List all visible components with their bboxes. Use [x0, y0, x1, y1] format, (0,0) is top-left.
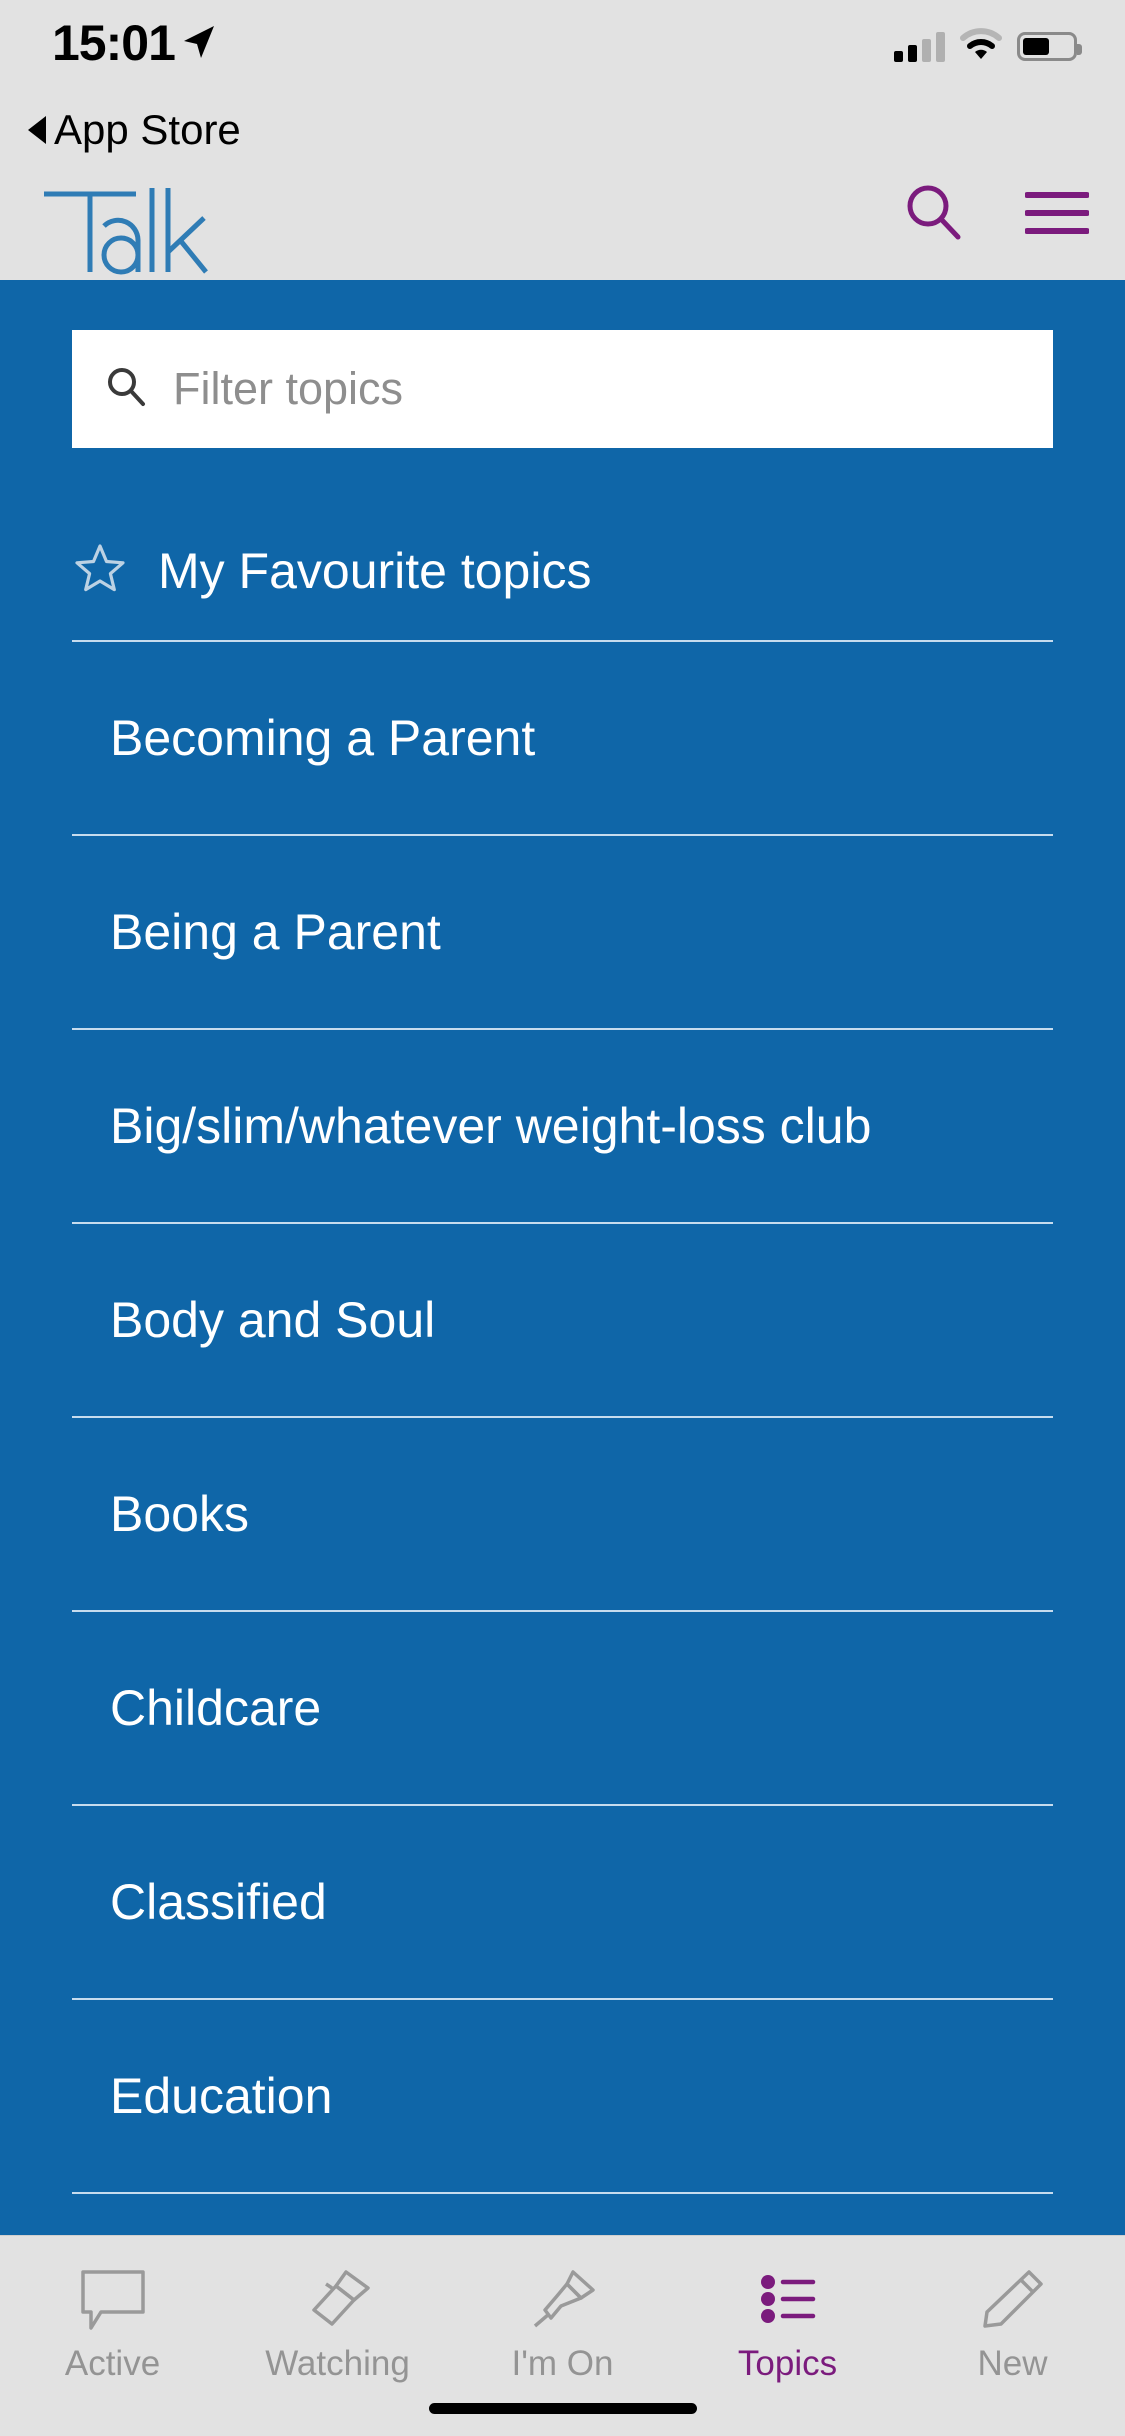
status-bar: 15:01 — [0, 0, 1125, 100]
hamburger-menu-icon[interactable] — [1025, 189, 1089, 237]
search-icon — [104, 365, 148, 414]
talk-logo[interactable] — [26, 160, 216, 285]
pin-icon — [527, 2262, 599, 2336]
list-item-label: Education — [110, 2068, 333, 2124]
tab-label: I'm On — [511, 2344, 614, 2383]
speech-bubble-icon — [77, 2262, 149, 2336]
back-to-app-store-button[interactable]: App Store — [0, 100, 1125, 160]
list-item-topic[interactable]: Becoming a Parent — [72, 642, 1053, 836]
phone-screen: 15:01 App Store Filter topics My Favouri… — [0, 0, 1125, 2436]
search-icon[interactable] — [903, 182, 965, 244]
list-item-label: Books — [110, 1486, 249, 1542]
tab-active[interactable]: Active — [0, 2236, 225, 2384]
list-item-label: Big/slim/whatever weight-loss club — [110, 1098, 872, 1154]
list-item-topic[interactable]: Books — [72, 1418, 1053, 1612]
tab-label: New — [977, 2344, 1048, 2383]
app-header-actions — [903, 182, 1089, 244]
tab-im-on[interactable]: I'm On — [450, 2236, 675, 2384]
list-item-label: My Favourite topics — [158, 543, 592, 599]
status-bar-indicators — [894, 28, 1082, 65]
wifi-icon — [960, 28, 1002, 65]
tab-label: Active — [64, 2344, 161, 2383]
tab-new[interactable]: New — [900, 2236, 1125, 2384]
battery-icon — [1017, 32, 1082, 61]
location-arrow-icon — [178, 22, 218, 67]
home-indicator[interactable] — [428, 2403, 697, 2414]
list-item-label: Being a Parent — [110, 904, 441, 960]
list-item-topic[interactable]: Childcare — [72, 1612, 1053, 1806]
list-item-label: Body and Soul — [110, 1292, 436, 1348]
list-item-topic[interactable]: Big/slim/whatever weight-loss club — [72, 1030, 1053, 1224]
tab-watching[interactable]: Watching — [225, 2236, 450, 2384]
app-header — [0, 160, 1125, 280]
back-to-app-store-label: App Store — [54, 106, 241, 153]
back-triangle-icon — [28, 116, 46, 144]
tab-label: Topics — [737, 2344, 838, 2383]
list-item-favourite-topics[interactable]: My Favourite topics — [72, 502, 1053, 642]
list-item-topic[interactable]: Being a Parent — [72, 836, 1053, 1030]
list-item-label: Becoming a Parent — [110, 710, 536, 766]
list-item-label: Childcare — [110, 1680, 322, 1736]
filter-search-container: Filter topics — [0, 280, 1125, 448]
search-input[interactable]: Filter topics — [72, 330, 1053, 448]
topics-list: My Favourite topics Becoming a Parent Be… — [0, 502, 1125, 2255]
cellular-signal-icon — [894, 31, 945, 62]
list-item-label: Classified — [110, 1874, 327, 1930]
status-bar-time: 15:01 — [52, 15, 176, 71]
list-item-topic[interactable]: Body and Soul — [72, 1224, 1053, 1418]
list-item-topic[interactable]: Education — [72, 2000, 1053, 2194]
tab-label: Watching — [265, 2344, 410, 2383]
list-item-topic[interactable]: Classified — [72, 1806, 1053, 2000]
star-outline-icon — [72, 541, 128, 602]
bulleted-list-icon — [752, 2262, 824, 2336]
torch-icon — [302, 2262, 374, 2336]
tab-topics[interactable]: Topics — [675, 2236, 900, 2384]
main-content: Filter topics My Favourite topics Becomi… — [0, 280, 1125, 2255]
search-input-placeholder: Filter topics — [173, 363, 404, 414]
pencil-icon — [977, 2262, 1049, 2336]
